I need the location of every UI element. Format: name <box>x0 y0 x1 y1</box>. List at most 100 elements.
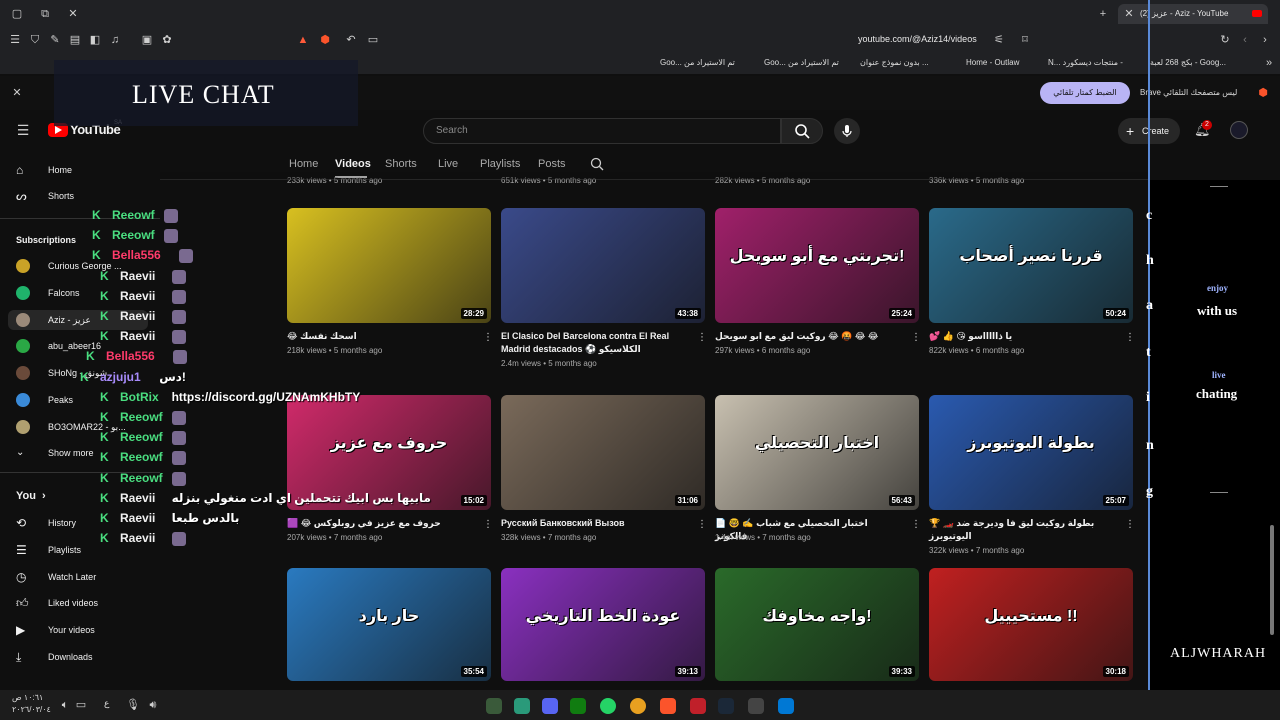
video-title[interactable]: El Clasico Del Barcelona contra El Real … <box>501 330 681 356</box>
kick-badge-icon: K <box>100 470 109 485</box>
video-meta: 207k views • 7 months ago <box>287 533 383 542</box>
video-menu-icon[interactable]: ⋮ <box>911 519 921 531</box>
brave-shields-icon[interactable]: ⬢ <box>318 33 332 47</box>
tab-live[interactable]: Live <box>438 158 458 170</box>
video-thumbnail[interactable]: 31:06 <box>501 395 705 510</box>
mic-tray-icon[interactable]: 🎙︎ <box>126 698 140 712</box>
voice-search-button[interactable] <box>834 118 860 144</box>
video-title[interactable]: 🏆 🏎️ بطولة روكيت ليق فا وديرجة ضد اليوتي… <box>929 517 1109 543</box>
video-meta: 2.4m views • 5 months ago <box>501 359 597 368</box>
thumbnail-overlay-text: تجربتي مع أبو سويحل! <box>729 248 905 265</box>
video-thumbnail[interactable]: عودة الخط التاريخي 39:13 <box>501 568 705 681</box>
back-icon[interactable]: ‹ <box>1238 33 1252 47</box>
account-avatar[interactable] <box>1230 121 1248 139</box>
search-input[interactable]: Search <box>423 118 781 144</box>
video-title[interactable]: 💕 👍 😘 يا ذاااااسو <box>929 330 1109 343</box>
forward-icon[interactable]: › <box>1258 33 1272 47</box>
video-menu-icon[interactable]: ⋮ <box>1125 332 1135 344</box>
shield-icon[interactable]: ⛉ <box>28 33 42 47</box>
close-icon[interactable]: ✕ <box>66 7 80 21</box>
video-menu-icon[interactable]: ⋮ <box>697 519 707 531</box>
reader-icon[interactable]: ▤ <box>68 33 82 47</box>
video-title[interactable]: Русский Банковский Вызов <box>501 517 681 530</box>
tune-icon[interactable]: ⚟ <box>992 33 1006 47</box>
infobar-close-icon[interactable]: ✕ <box>10 86 24 100</box>
brave-rewards-icon[interactable]: ▲ <box>296 33 310 47</box>
clock-time[interactable]: ١٠:٦١ ص <box>12 693 43 702</box>
bookmark-item[interactable]: Goo... تم الاستيراد من <box>660 58 735 67</box>
app-icon-1[interactable] <box>486 698 502 714</box>
xbox-icon[interactable] <box>570 698 586 714</box>
video-duration: 25:24 <box>888 308 915 319</box>
video-thumbnail[interactable]: اختبار التحصيلي 56:43 <box>715 395 919 510</box>
new-tab-icon[interactable]: + <box>1096 7 1110 21</box>
whatsapp-icon[interactable] <box>600 698 616 714</box>
share-icon[interactable]: ↶ <box>344 33 358 47</box>
cast-icon[interactable]: ▭ <box>366 33 380 47</box>
you-heading[interactable]: You › <box>16 486 46 506</box>
video-menu-icon[interactable]: ⋮ <box>911 332 921 344</box>
video-title[interactable]: 🟪 😂 حروف مع عزيز في روبلوكس <box>287 517 467 530</box>
chrome-icon[interactable] <box>630 698 646 714</box>
video-thumbnail[interactable]: مستحيييل !! 30:18 <box>929 568 1133 681</box>
bookmark-item[interactable]: بدون نموذج عنوان ... <box>860 58 929 67</box>
tab-playlists[interactable]: Playlists <box>480 158 520 170</box>
tab-posts[interactable]: Posts <box>538 158 566 170</box>
pen-icon[interactable]: ✎ <box>48 33 62 47</box>
video-menu-icon[interactable]: ⋮ <box>1125 519 1135 531</box>
bookmark-item[interactable]: Home - Outlaw <box>966 58 1019 67</box>
bookmark-item[interactable]: بكج 268 لعبة - Goog... <box>1150 58 1226 67</box>
more-bookmarks-icon[interactable]: » <box>1262 56 1276 70</box>
bookmark-item[interactable]: N... منتجات ديسكورد - <box>1048 58 1123 67</box>
your-videos-icon: ▶ <box>16 623 26 638</box>
tab-close-icon[interactable]: ✕ <box>1122 7 1136 21</box>
video-thumbnail[interactable]: 43:38 <box>501 208 705 323</box>
windows-start-icon[interactable] <box>778 698 794 714</box>
subscriptions-heading[interactable]: Subscriptions <box>16 230 76 250</box>
bookmark-icon[interactable]: ⌑ <box>1018 33 1032 47</box>
sidebar-icon[interactable]: ◧ <box>88 33 102 47</box>
history-icon: ⟲ <box>16 516 27 530</box>
app-icon-10[interactable] <box>748 698 764 714</box>
tab-videos[interactable]: Videos <box>335 158 371 170</box>
scrollbar-thumb[interactable] <box>1270 525 1274 635</box>
steam-icon[interactable] <box>718 698 734 714</box>
reload-icon[interactable]: ↻ <box>1218 33 1232 47</box>
channel-search-icon[interactable] <box>590 157 604 171</box>
video-menu-icon[interactable]: ⋮ <box>697 332 707 344</box>
video-title[interactable]: 😂 اسحك نفسك <box>287 330 467 343</box>
search-button[interactable] <box>781 118 823 144</box>
video-thumbnail[interactable]: 28:29 <box>287 208 491 323</box>
menu-icon[interactable]: ☰ <box>8 33 22 47</box>
tab-list-icon[interactable]: ⧉ <box>38 7 52 21</box>
discord-icon[interactable] <box>542 698 558 714</box>
music-icon[interactable]: ♫ <box>108 33 122 47</box>
app-icon-2[interactable] <box>514 698 530 714</box>
browser-tab-youtube[interactable]: ✕ (2) عزيز - Aziz - YouTube <box>1118 4 1268 24</box>
video-thumbnail[interactable]: واجه مخاوفك! 39:33 <box>715 568 919 681</box>
tab-home[interactable]: Home <box>289 158 318 170</box>
chat-user-avatar <box>178 249 193 264</box>
volume-tray-icon[interactable]: 🔊︎ <box>146 698 160 712</box>
video-thumbnail[interactable]: قررنا نصير أصحاب 50:24 <box>929 208 1133 323</box>
hamburger-menu-icon[interactable]: ☰ <box>16 123 30 137</box>
speaker-icon[interactable]: 🔈︎ <box>58 698 72 712</box>
extensions-icon[interactable]: ✿ <box>160 33 174 47</box>
network-icon[interactable]: ▭ <box>74 698 88 712</box>
video-menu-icon[interactable]: ⋮ <box>483 332 493 344</box>
video-thumbnail[interactable]: تجربتي مع أبو سويحل! 25:24 <box>715 208 919 323</box>
address-bar[interactable]: youtube.com/@Aziz14/videos <box>858 34 977 44</box>
window-restore-icon[interactable]: ▢ <box>10 7 24 21</box>
tab-shorts[interactable]: Shorts <box>385 158 417 170</box>
bookmark-item[interactable]: Goo... تم الاستيراد من <box>764 58 839 67</box>
video-thumbnail[interactable]: بطولة اليوتيوبرز 25:07 <box>929 395 1133 510</box>
set-default-button[interactable]: الضبط كمتار تلقائي <box>1040 82 1130 104</box>
app-icon-8[interactable] <box>690 698 706 714</box>
wallet-icon[interactable]: ▣ <box>140 33 154 47</box>
clock-date[interactable]: ٢٠٢٦/٠٣/٠٤ <box>12 705 51 714</box>
video-menu-icon[interactable]: ⋮ <box>483 519 493 531</box>
video-thumbnail[interactable]: حار بارد 35:54 <box>287 568 491 681</box>
video-title[interactable]: روكيت ليق مع ابو سويحل 😂 🤬 😂 😂 <box>715 330 895 343</box>
language-indicator[interactable]: ع <box>104 698 109 709</box>
brave-icon[interactable] <box>660 698 676 714</box>
